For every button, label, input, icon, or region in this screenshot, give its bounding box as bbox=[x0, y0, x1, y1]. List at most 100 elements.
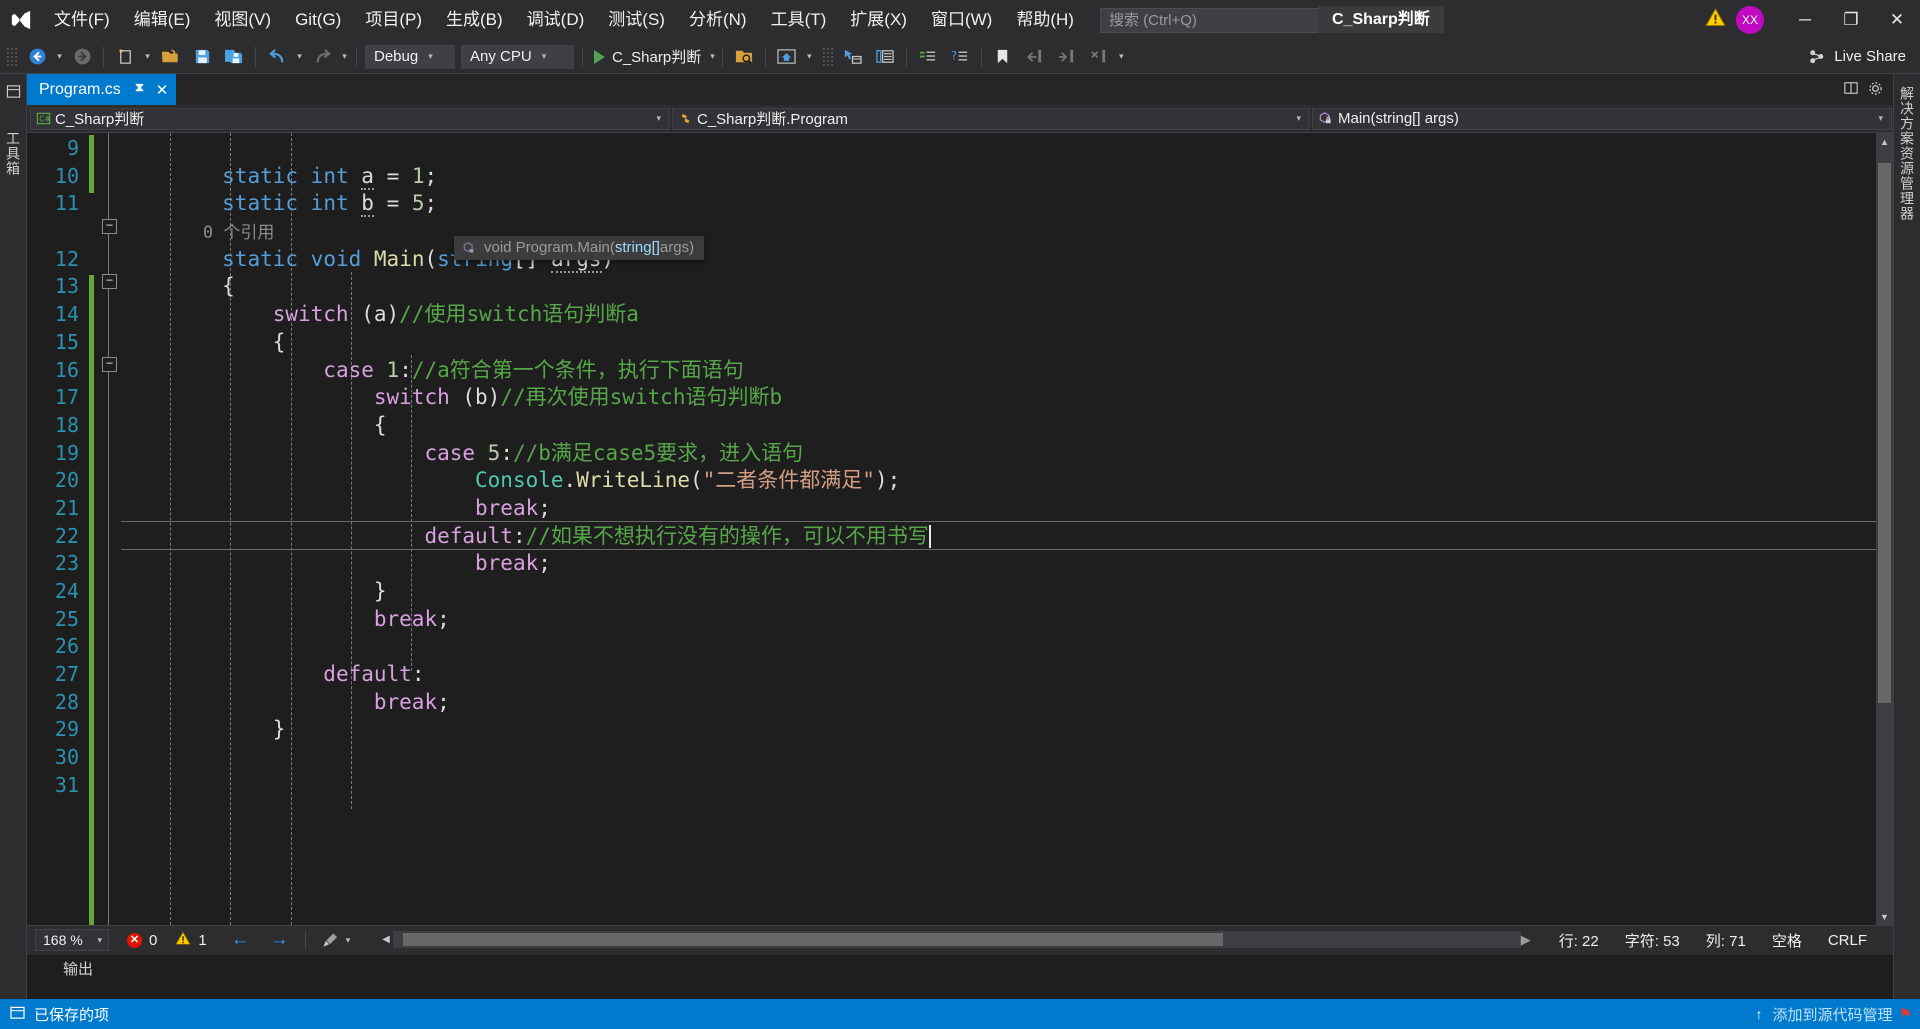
solution-explorer-dropdown[interactable]: ▾ bbox=[803, 44, 816, 70]
code-line-11[interactable]: static int b = 5; bbox=[121, 190, 1876, 218]
menu-item-window[interactable]: 窗口(W) bbox=[919, 0, 1004, 40]
code-line-26[interactable] bbox=[121, 633, 1876, 661]
menu-item-debug[interactable]: 调试(D) bbox=[515, 0, 597, 40]
navbar-project-combo[interactable]: C# C_Sharp判断 ▾ bbox=[30, 107, 670, 130]
menu-item-help[interactable]: 帮助(H) bbox=[1004, 0, 1086, 40]
close-button[interactable]: ✕ bbox=[1874, 0, 1920, 40]
close-icon[interactable]: ✕ bbox=[156, 81, 169, 99]
code-line-25[interactable]: break; bbox=[121, 606, 1876, 634]
menu-item-project[interactable]: 项目(P) bbox=[353, 0, 434, 40]
code-line-18[interactable]: { bbox=[121, 412, 1876, 440]
line-ending-indicator[interactable]: CRLF bbox=[1828, 932, 1867, 949]
source-control-label[interactable]: 添加到源代码管理 bbox=[1773, 1004, 1893, 1025]
code-text-area[interactable]: static int a = 1; static int b = 5; 0 个引… bbox=[121, 133, 1876, 925]
search-box[interactable] bbox=[1099, 7, 1345, 33]
menu-item-file[interactable]: 文件(F) bbox=[42, 0, 122, 40]
toolbar-grip[interactable] bbox=[821, 46, 834, 67]
code-line-28[interactable]: break; bbox=[121, 689, 1876, 717]
code-line-19[interactable]: case 5://b满足case5要求，进入语句 bbox=[121, 440, 1876, 468]
menu-item-tools[interactable]: 工具(T) bbox=[759, 0, 839, 40]
pin-icon[interactable] bbox=[133, 82, 146, 98]
undo-icon[interactable] bbox=[261, 44, 293, 70]
code-line-31[interactable] bbox=[121, 772, 1876, 800]
code-line-10[interactable]: static int a = 1; bbox=[121, 163, 1876, 191]
code-editor[interactable]: 91011·1213141516171819202122232425262728… bbox=[27, 133, 1893, 925]
fold-toggle-line-12[interactable]: − bbox=[102, 219, 117, 234]
search-in-files-icon[interactable] bbox=[728, 44, 760, 70]
redo-icon[interactable] bbox=[306, 44, 338, 70]
menu-item-git[interactable]: Git(G) bbox=[283, 0, 353, 40]
code-line-reference-lens[interactable]: 0 个引用 bbox=[121, 218, 1876, 246]
code-line-14[interactable]: switch (a)//使用switch语句判断a bbox=[121, 301, 1876, 329]
prev-issue-button[interactable]: ← bbox=[231, 929, 250, 951]
fold-toggle-line-14[interactable]: − bbox=[102, 274, 117, 289]
hscroll-right-arrow-2[interactable]: ▶ bbox=[1521, 932, 1531, 948]
menu-item-test[interactable]: 测试(S) bbox=[596, 0, 677, 40]
menu-item-extensions[interactable]: 扩展(X) bbox=[838, 0, 919, 40]
code-line-22[interactable]: default://如果不想执行没有的操作，可以不用书写 bbox=[121, 523, 1876, 551]
gear-icon[interactable] bbox=[1868, 81, 1883, 99]
redo-dropdown[interactable]: ▾ bbox=[338, 44, 351, 70]
clear-bookmarks-icon[interactable] bbox=[1083, 44, 1115, 70]
code-line-23[interactable]: break; bbox=[121, 550, 1876, 578]
scroll-up-arrow[interactable]: ▲ bbox=[1876, 133, 1893, 150]
properties-window-icon[interactable] bbox=[837, 44, 869, 70]
formatting-icon[interactable]: ▾ bbox=[322, 932, 350, 948]
toolbox-rail[interactable]: 工具箱 bbox=[0, 74, 27, 999]
active-project-chip[interactable]: C_Sharp判断 bbox=[1318, 6, 1444, 33]
navigate-back-icon[interactable] bbox=[21, 44, 53, 70]
next-issue-button[interactable]: → bbox=[270, 929, 289, 951]
code-line-12[interactable]: static void Main(string[] args) bbox=[121, 246, 1876, 274]
code-line-20[interactable]: Console.WriteLine("二者条件都满足"); bbox=[121, 467, 1876, 495]
scroll-thumb[interactable] bbox=[1878, 163, 1891, 703]
undo-dropdown[interactable]: ▾ bbox=[293, 44, 306, 70]
comment-icon[interactable] bbox=[912, 44, 944, 70]
solution-explorer-home-icon[interactable] bbox=[771, 44, 803, 70]
indentation-indicator[interactable]: 空格 bbox=[1772, 930, 1802, 951]
hscroll-track[interactable] bbox=[393, 931, 1559, 948]
navbar-member-combo[interactable]: Main(string[] args) ▾ bbox=[1312, 107, 1892, 130]
code-line-9[interactable] bbox=[121, 135, 1876, 163]
solution-explorer-rail[interactable]: 解决方案资源管理器 bbox=[1893, 74, 1920, 999]
hscroll-left-arrow[interactable]: ◀ bbox=[379, 934, 393, 945]
new-item-icon[interactable] bbox=[109, 44, 141, 70]
output-pane[interactable]: 输出 bbox=[27, 954, 1893, 999]
hscroll-thumb[interactable] bbox=[403, 933, 1223, 946]
error-count[interactable]: ✕ 0 bbox=[127, 932, 157, 949]
bookmark-icon[interactable] bbox=[987, 44, 1019, 70]
toolbox-icon[interactable] bbox=[869, 44, 901, 70]
code-line-15[interactable]: { bbox=[121, 329, 1876, 357]
editor-vertical-scrollbar[interactable]: ▲ ▼ bbox=[1876, 133, 1893, 925]
warning-triangle-icon[interactable] bbox=[1705, 7, 1726, 32]
menu-item-view[interactable]: 视图(V) bbox=[202, 0, 283, 40]
toolbar-grip[interactable] bbox=[6, 46, 18, 67]
scroll-down-arrow[interactable]: ▼ bbox=[1876, 908, 1893, 925]
fold-toggle-line-17[interactable]: − bbox=[102, 357, 117, 372]
search-input[interactable] bbox=[1106, 10, 1319, 30]
next-bookmark-icon[interactable] bbox=[1051, 44, 1083, 70]
outlining-column[interactable]: − − − bbox=[97, 133, 121, 925]
navbar-type-combo[interactable]: C_Sharp判断.Program ▾ bbox=[672, 107, 1310, 130]
live-share-button[interactable]: Live Share bbox=[1807, 40, 1906, 73]
maximize-button[interactable]: ❐ bbox=[1828, 0, 1874, 40]
code-line-29[interactable]: } bbox=[121, 716, 1876, 744]
code-line-30[interactable] bbox=[121, 744, 1876, 772]
menu-item-analyze[interactable]: 分析(N) bbox=[677, 0, 759, 40]
source-control-up-icon[interactable]: ↑ bbox=[1756, 1006, 1763, 1022]
prev-bookmark-icon[interactable] bbox=[1019, 44, 1051, 70]
editor-horizontal-scrollbar[interactable]: ◀ ▶ bbox=[379, 930, 1573, 949]
start-debug-button[interactable]: C_Sharp判断 ▾ bbox=[588, 44, 717, 70]
code-line-27[interactable]: default: bbox=[121, 661, 1876, 689]
menu-item-edit[interactable]: 编辑(E) bbox=[122, 0, 203, 40]
chevron-down-icon[interactable]: ▾ bbox=[710, 51, 715, 62]
split-window-icon[interactable] bbox=[1844, 81, 1858, 98]
solution-configuration-combo[interactable]: Debug ▾ bbox=[365, 44, 455, 69]
tab-program-cs[interactable]: Program.cs ✕ bbox=[27, 74, 177, 105]
uncomment-icon[interactable]: ? bbox=[944, 44, 976, 70]
code-line-24[interactable]: } bbox=[121, 578, 1876, 606]
navigate-back-dropdown[interactable]: ▾ bbox=[53, 44, 66, 70]
code-line-16[interactable]: case 1://a符合第一个条件，执行下面语句 bbox=[121, 357, 1876, 385]
code-line-13[interactable]: { bbox=[121, 273, 1876, 301]
avatar[interactable]: XX bbox=[1736, 6, 1764, 34]
minimize-button[interactable]: ─ bbox=[1782, 0, 1828, 40]
